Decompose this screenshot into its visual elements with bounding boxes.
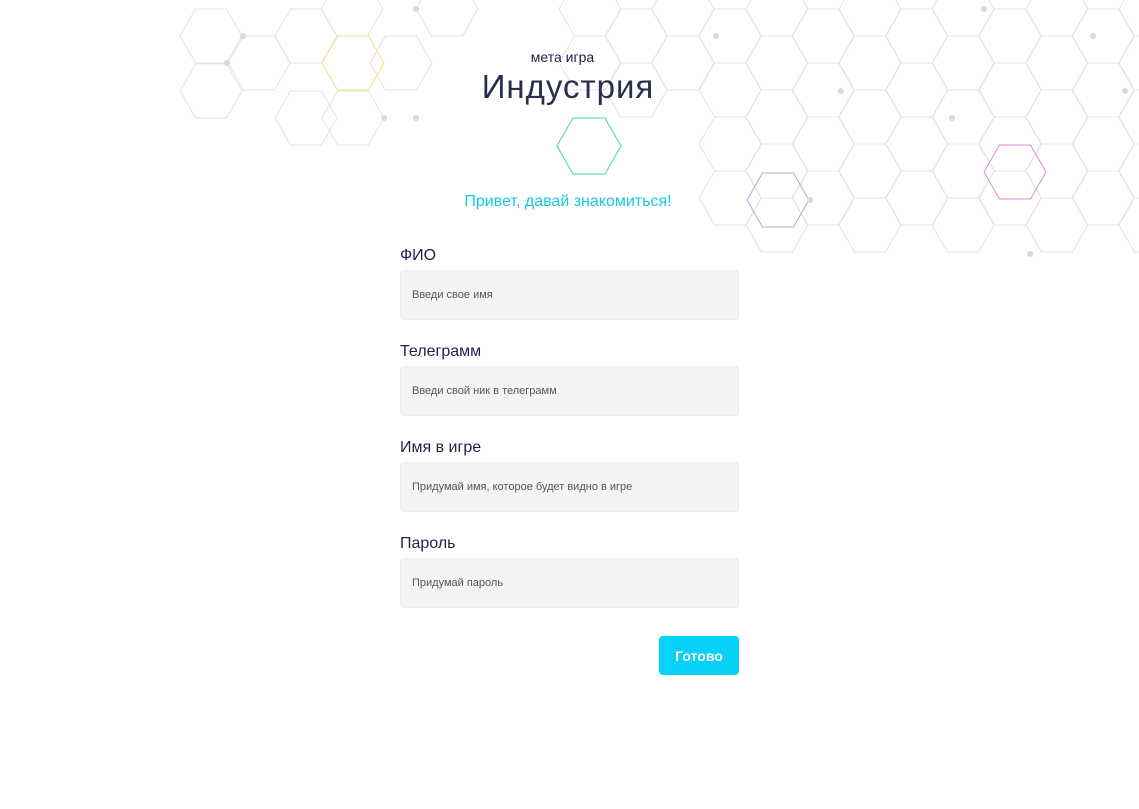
hexagon-shape [1118, 143, 1139, 199]
hexagon-shape [320, 0, 384, 37]
hexagon-node-dot [1090, 33, 1096, 39]
telegram-input[interactable] [400, 366, 739, 416]
hexagon-shape [745, 143, 809, 199]
hexagon-shape [415, 0, 479, 37]
hexagon-node-dot [981, 6, 987, 12]
hexagon-node-dot [240, 33, 246, 39]
game-name-label: Имя в игре [400, 439, 482, 456]
hexagon-node-dot [949, 115, 955, 121]
hexagon-shape [978, 116, 1042, 172]
hexagon-shape [931, 143, 995, 199]
hexagon-shape [745, 0, 809, 37]
field-password: Пароль [400, 534, 739, 608]
hexagon-shape [791, 116, 855, 172]
hexagon-shape [558, 0, 622, 37]
hexagon-shape [1071, 116, 1135, 172]
hexagon-shape [885, 116, 949, 172]
game-subtitle: мета игра [530, 49, 595, 65]
password-input[interactable] [400, 558, 739, 608]
hexagon-shape [1025, 143, 1089, 199]
hexagon-shape [1118, 0, 1139, 37]
game-name-input[interactable] [400, 462, 739, 512]
hexagon-highlight-pink [983, 144, 1047, 200]
full-name-input[interactable] [400, 270, 739, 320]
hexagon-logo-icon [556, 117, 622, 175]
hexagon-shape [838, 143, 902, 199]
submit-button[interactable]: Готово [659, 636, 739, 675]
full-name-label: ФИО [400, 247, 437, 264]
hexagon-shape [838, 0, 902, 37]
field-full-name: ФИО [400, 246, 739, 320]
hexagon-node-dot [381, 115, 387, 121]
registration-page: мета игра Индустрия Привет, давай знаком… [0, 0, 1139, 809]
hexagon-node-dot [413, 115, 419, 121]
registration-form: ФИО Телеграмм Имя в игре Пароль [400, 246, 739, 630]
telegram-label: Телеграмм [400, 343, 482, 360]
hexagon-shape [1025, 0, 1089, 37]
hexagon-shape [651, 0, 715, 37]
hexagon-node-dot [1027, 251, 1033, 257]
field-game-name: Имя в игре [400, 438, 739, 512]
hexagon-shape [931, 0, 995, 37]
game-title: Индустрия [481, 68, 655, 105]
hexagon-node-dot [713, 33, 719, 39]
field-telegram: Телеграмм [400, 342, 739, 416]
password-label: Пароль [400, 535, 456, 552]
hexagon-node-dot [413, 6, 419, 12]
greeting-text: Привет, давай знакомиться! [464, 193, 672, 210]
hexagon-shape [698, 116, 762, 172]
